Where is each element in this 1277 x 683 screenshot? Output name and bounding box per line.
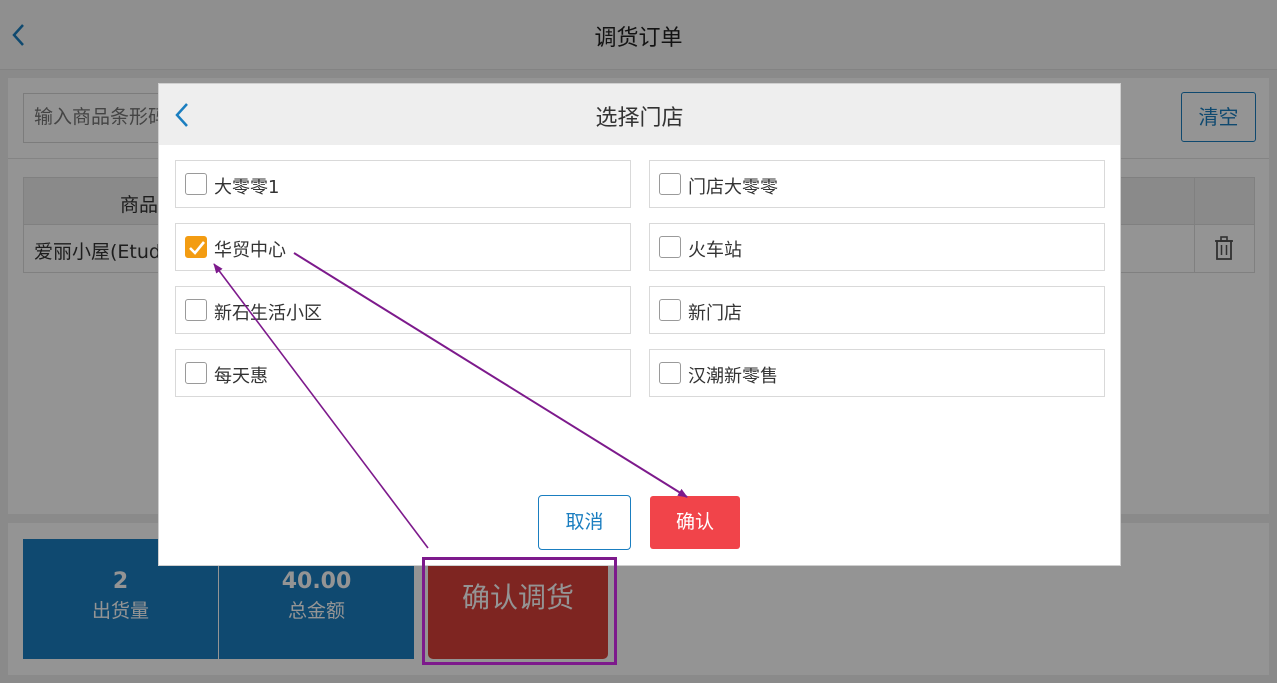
- annotation-arrows: [213, 252, 688, 549]
- annotation-arrow-to-confirm: [293, 252, 688, 498]
- annotation-arrow-to-store: [213, 263, 429, 549]
